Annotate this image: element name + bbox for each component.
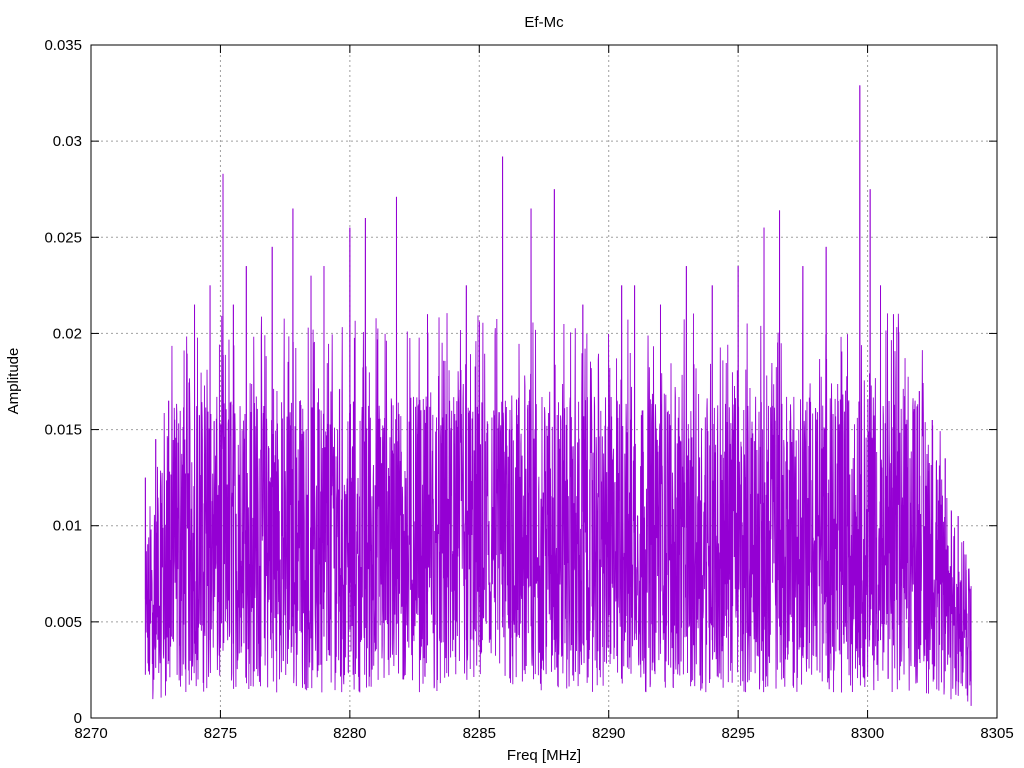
x-tick-label: 8295 bbox=[721, 725, 754, 742]
y-axis-label: Amplitude bbox=[5, 348, 22, 415]
chart: 8270 8275 8280 8285 8290 8295 8300 8305 0 0.005 0… bbox=[0, 0, 1024, 768]
y-tick-label: 0 bbox=[74, 710, 82, 727]
x-tick-label: 8305 bbox=[980, 725, 1013, 742]
y-tick-label: 0.015 bbox=[44, 422, 82, 439]
y-tick-label: 0.025 bbox=[44, 229, 82, 246]
x-tick-label: 8300 bbox=[851, 725, 884, 742]
y-tick-label: 0.01 bbox=[53, 518, 82, 535]
x-tick-label: 8290 bbox=[592, 725, 625, 742]
x-tick-label: 8275 bbox=[204, 725, 237, 742]
chart-title: Ef-Mc bbox=[524, 14, 564, 31]
y-tick-label: 0.03 bbox=[53, 133, 82, 150]
y-tick-label: 0.035 bbox=[44, 37, 82, 54]
x-tick-label: 8270 bbox=[74, 725, 107, 742]
x-axis-label: Freq [MHz] bbox=[507, 747, 581, 764]
y-tick-label: 0.005 bbox=[44, 614, 82, 631]
x-tick-label: 8285 bbox=[463, 725, 496, 742]
x-tick-label: 8280 bbox=[333, 725, 366, 742]
y-tick-label: 0.02 bbox=[53, 325, 82, 342]
